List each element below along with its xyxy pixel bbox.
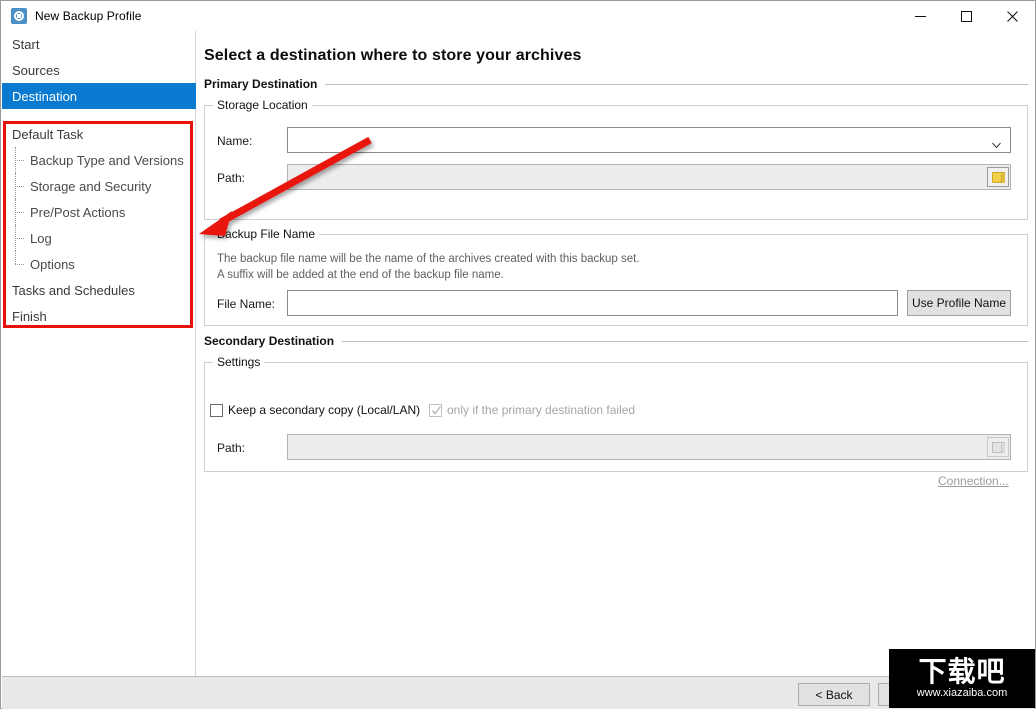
connection-link[interactable]: Connection... [938, 474, 1009, 488]
watermark-text: 下载吧 [918, 655, 1006, 688]
page-title: Select a destination where to store your… [204, 47, 582, 64]
sidebar-item-label: Options [30, 256, 75, 272]
sidebar-item-label: Default Task [12, 126, 84, 142]
sidebar-item-label: Start [12, 36, 40, 52]
name-label: Name: [217, 134, 253, 148]
sidebar-item-label: Destination [12, 88, 78, 104]
sidebar-item-options[interactable]: Options [2, 251, 196, 277]
folder-icon [991, 171, 1005, 183]
back-button-label: < Back [815, 687, 853, 702]
sidebar-item-destination[interactable]: Destination [2, 83, 196, 109]
window-title: New Backup Profile [35, 9, 142, 23]
sidebar-item-label: Tasks and Schedules [12, 282, 135, 298]
title-bar: New Backup Profile [1, 1, 1035, 31]
section-rule [342, 340, 1028, 342]
backup-file-name-help-line-2: A suffix will be added at the end of the… [217, 269, 504, 281]
sidebar-item-label: Pre/Post Actions [30, 204, 126, 220]
sidebar-item-label: Log [30, 230, 52, 246]
sidebar-item-tasks-and-schedules[interactable]: Tasks and Schedules [2, 277, 196, 303]
sidebar-item-label: Backup Type and Versions [30, 152, 184, 168]
folder-icon [991, 441, 1005, 453]
group-legend: Backup File Name [213, 227, 320, 241]
backup-file-name-group: Backup File Name The backup file name wi… [204, 227, 1028, 326]
close-icon[interactable] [989, 1, 1035, 31]
watermark-url: www.xiazaiba.com [916, 687, 1008, 699]
secondary-settings-group: Settings Keep a secondary copy (Local/LA… [204, 355, 1028, 472]
sidebar-item-log[interactable]: Log [2, 225, 196, 251]
file-name-input[interactable] [287, 290, 898, 316]
sidebar-item-label: Sources [12, 62, 60, 78]
tree-connector [15, 212, 24, 213]
secondary-path-label: Path: [217, 441, 246, 455]
tree-connector [15, 160, 24, 161]
use-profile-name-button[interactable]: Use Profile Name [907, 290, 1011, 316]
section-title: Secondary Destination [204, 334, 335, 348]
checkbox-unchecked-icon[interactable] [210, 403, 223, 417]
tree-connector [15, 251, 16, 264]
sidebar-item-start[interactable]: Start [2, 31, 196, 57]
tree-connector [15, 238, 24, 239]
sidebar-item-pre-post-actions[interactable]: Pre/Post Actions [2, 199, 196, 225]
secondary-path-input [287, 434, 1011, 460]
primary-destination-section-header: Primary Destination [204, 77, 1028, 91]
sidebar-item-label: Finish [12, 308, 47, 324]
only-if-primary-failed-label: only if the primary destination failed [447, 403, 636, 417]
keep-secondary-copy-label: Keep a secondary copy (Local/LAN) [228, 403, 421, 417]
path-label: Path: [217, 171, 246, 185]
file-name-label: File Name: [217, 297, 276, 311]
group-legend: Settings [213, 355, 265, 369]
tree-connector [15, 186, 24, 187]
keep-secondary-copy-checkbox-row[interactable]: Keep a secondary copy (Local/LAN) [210, 403, 420, 417]
new-backup-profile-window: New Backup Profile Start Sources Destina… [0, 0, 1036, 709]
only-if-primary-failed-checkbox-row: only if the primary destination failed [429, 403, 635, 417]
backup-file-name-help-line-1: The backup file name will be the name of… [217, 253, 640, 265]
window-controls [897, 1, 1035, 31]
back-button[interactable]: < Back [798, 683, 870, 706]
secondary-path-browse-button [987, 437, 1009, 457]
destination-step-panel: Select a destination where to store your… [197, 31, 1035, 676]
sidebar-item-finish[interactable]: Finish [2, 303, 196, 329]
sidebar-item-backup-type-and-versions[interactable]: Backup Type and Versions [2, 147, 196, 173]
tree-connector [15, 264, 24, 265]
storage-name-combobox[interactable] [287, 127, 1011, 153]
group-legend: Storage Location [213, 98, 312, 112]
wizard-footer: < Back Next > [2, 676, 1035, 709]
sidebar-item-sources[interactable]: Sources [2, 57, 196, 83]
app-target-icon [11, 8, 27, 24]
maximize-icon[interactable] [943, 1, 989, 31]
minimize-icon[interactable] [897, 1, 943, 31]
section-title: Primary Destination [204, 77, 318, 91]
site-watermark: 下载吧 www.xiazaiba.com [889, 649, 1035, 708]
wizard-step-navigation: Start Sources Destination Default Task B… [2, 31, 196, 676]
storage-path-browse-button[interactable] [987, 167, 1009, 187]
sidebar-item-default-task[interactable]: Default Task [2, 121, 196, 147]
secondary-destination-section-header: Secondary Destination [204, 334, 1028, 348]
section-rule [325, 83, 1028, 85]
chevron-down-icon [992, 137, 1001, 149]
sidebar-item-storage-and-security[interactable]: Storage and Security [2, 173, 196, 199]
checkbox-checked-disabled-icon [429, 403, 442, 417]
storage-path-input[interactable] [287, 164, 1011, 190]
sidebar-item-label: Storage and Security [30, 178, 152, 194]
storage-location-group: Storage Location Name: Path: [204, 98, 1028, 220]
